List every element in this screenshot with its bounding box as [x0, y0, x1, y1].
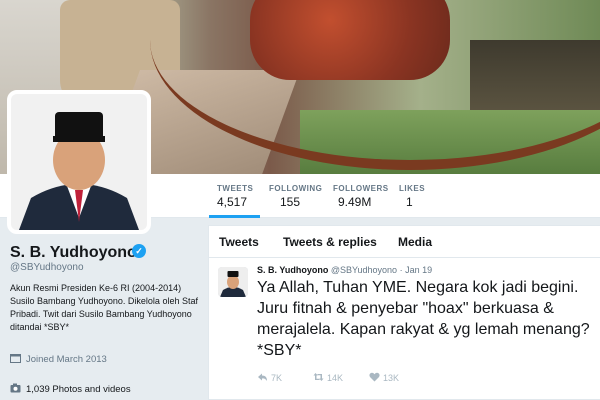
profile-name: S. B. Yudhoyono	[10, 244, 137, 261]
tweet-avatar-photo	[218, 267, 248, 297]
reply-icon	[258, 373, 267, 381]
tab-media[interactable]: Media	[398, 235, 432, 249]
camera-icon	[10, 383, 21, 393]
heart-icon	[369, 372, 380, 382]
profile-bio: Akun Resmi Presiden Ke-6 RI (2004-2014) …	[10, 283, 198, 332]
like-count: 13K	[383, 373, 400, 383]
photos-text: 1,039 Photos and videos	[26, 384, 131, 395]
reply-button[interactable]: 7K	[257, 372, 282, 383]
profile-avatar[interactable]	[7, 90, 151, 234]
like-button[interactable]: 13K	[369, 372, 399, 383]
tweet-avatar[interactable]	[218, 267, 248, 297]
calendar-icon	[10, 354, 21, 363]
stat-followers[interactable]: FOLLOWERS 9.49M	[333, 184, 389, 209]
joined-text: Joined March 2013	[26, 354, 107, 365]
verified-badge-icon: ✓	[132, 244, 146, 258]
tweet-text: Ya Allah, Tuhan YME. Negara kok jadi beg…	[257, 279, 590, 359]
tweet-header: S. B. Yudhoyono @SBYudhoyono · Jan 19	[257, 265, 433, 275]
stat-value: 9.49M	[338, 195, 372, 209]
retweet-count: 14K	[327, 373, 344, 383]
tab-tweets[interactable]: Tweets	[219, 235, 259, 249]
tweet-author-name[interactable]: S. B. Yudhoyono	[257, 265, 328, 275]
tweet-date[interactable]: Jan 19	[405, 265, 432, 275]
stat-likes[interactable]: LIKES 1	[399, 184, 425, 209]
profile-joined: Joined March 2013	[10, 353, 107, 365]
avatar-photo	[11, 94, 147, 230]
stat-value: 1	[406, 195, 413, 209]
stat-value: 4,517	[217, 195, 248, 209]
stat-label: FOLLOWING	[269, 184, 323, 193]
retweet-icon	[313, 373, 324, 381]
retweet-button[interactable]: 14K	[313, 372, 343, 383]
timeline: Tweets Tweets & replies Media S. B. Yudh…	[208, 225, 600, 400]
timeline-tabs: Tweets Tweets & replies Media	[209, 226, 600, 258]
tab-tweets-replies[interactable]: Tweets & replies	[283, 235, 377, 249]
active-stat-indicator	[209, 215, 260, 218]
profile-handle[interactable]: @SBYudhoyono	[10, 262, 84, 273]
stat-label: FOLLOWERS	[333, 184, 389, 193]
stat-value: 155	[280, 195, 301, 209]
tweet-author-handle[interactable]: @SBYudhoyono	[331, 265, 397, 275]
stat-label: TWEETS	[217, 184, 254, 193]
tweet[interactable]: S. B. Yudhoyono @SBYudhoyono · Jan 19 Ya…	[209, 259, 600, 399]
stat-label: LIKES	[399, 184, 426, 193]
reply-count: 7K	[271, 373, 283, 383]
stat-following[interactable]: FOLLOWING 155	[269, 184, 322, 209]
profile-photos-link[interactable]: 1,039 Photos and videos	[10, 383, 131, 395]
stat-tweets[interactable]: TWEETS 4,517	[217, 184, 253, 209]
